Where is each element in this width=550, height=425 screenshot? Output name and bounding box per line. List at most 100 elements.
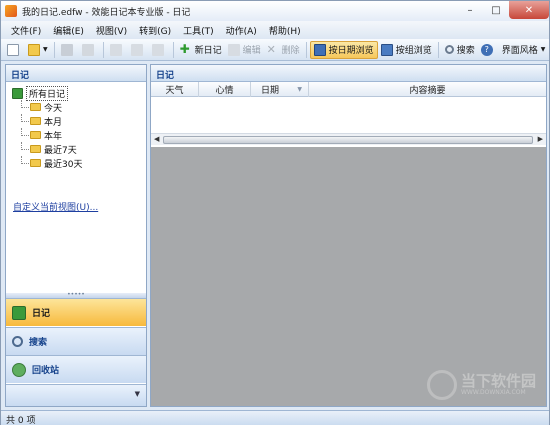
- theme-button[interactable]: 界面风格 ▼: [499, 41, 549, 59]
- new-file-icon: [7, 43, 19, 56]
- customize-view-link[interactable]: 自定义当前视图(U)...: [13, 200, 98, 213]
- app-window: 我的日记.edfw - 效能日记本专业版 - 日记 – □ ✕ 文件(F) 编辑…: [0, 0, 550, 425]
- menu-bar: 文件(F) 编辑(E) 视图(V) 转到(G) 工具(T) 动作(A) 帮助(H…: [1, 21, 549, 39]
- diary-book-icon: [12, 87, 23, 99]
- open-folder-icon: [28, 43, 40, 56]
- app-icon: [5, 5, 17, 17]
- title-bar: 我的日记.edfw - 效能日记本专业版 - 日记 – □ ✕: [1, 1, 549, 21]
- scroll-left-icon[interactable]: ◀: [154, 135, 159, 143]
- toolbar-separator: [53, 41, 55, 58]
- open-file-button[interactable]: ▼: [25, 41, 51, 59]
- chevron-down-icon: ▼: [134, 390, 140, 398]
- search-button[interactable]: 搜索: [442, 41, 478, 59]
- horizontal-scrollbar[interactable]: ◀ ▶: [151, 133, 546, 145]
- window-title: 我的日记.edfw - 效能日记本专业版 - 日记: [22, 7, 191, 18]
- tree-item-this-month[interactable]: 本月: [12, 114, 146, 128]
- toolbar-separator: [172, 41, 174, 58]
- new-file-button[interactable]: [4, 41, 25, 59]
- paste-icon: [151, 43, 164, 56]
- tree-item-label: 本年: [44, 131, 63, 142]
- delete-icon: ✕: [266, 42, 276, 56]
- scrollbar-thumb[interactable]: [163, 136, 533, 144]
- menu-tools[interactable]: 工具(T): [177, 24, 220, 37]
- browse-by-group-button[interactable]: 按组浏览: [378, 41, 435, 59]
- maximize-button[interactable]: □: [483, 1, 509, 19]
- help-button[interactable]: ?: [478, 41, 499, 59]
- tree-item-last-7-days[interactable]: 最近7天: [12, 142, 146, 156]
- diary-preview-area: 当下软件园 WWW.DOWNXIA.COM: [151, 147, 546, 406]
- delete-button[interactable]: ✕ 删除: [264, 41, 303, 59]
- watermark-url: WWW.DOWNXIA.COM: [460, 389, 526, 396]
- column-header-date[interactable]: 日期 ▼: [251, 82, 309, 97]
- watermark: 当下软件园 WWW.DOWNXIA.COM: [426, 370, 536, 400]
- nav-button-diary[interactable]: 日记: [6, 298, 146, 326]
- copy-icon: [130, 43, 143, 56]
- column-header-summary[interactable]: 内容摘要: [309, 82, 546, 97]
- browse-by-group-label: 按组浏览: [395, 46, 432, 56]
- tree-item-label: 今天: [44, 103, 63, 114]
- column-header-mood[interactable]: 心情: [199, 82, 251, 97]
- pencil-icon: [227, 43, 240, 56]
- help-icon: ?: [480, 43, 493, 56]
- folder-icon: [30, 131, 41, 139]
- menu-action[interactable]: 动作(A): [220, 24, 263, 37]
- item-count: 共 0 项: [6, 416, 36, 425]
- paste-button[interactable]: [149, 41, 170, 59]
- menu-help[interactable]: 帮助(H): [263, 24, 307, 37]
- nav-configure-bar[interactable]: ▼: [6, 384, 146, 406]
- toolbar: ▼ ✚ 新日记 编辑 ✕ 删除 按日期浏览 按组浏览 搜索 ? 界面风格 ▼: [1, 39, 549, 61]
- toolbar-separator: [305, 41, 307, 58]
- copy-button[interactable]: [128, 41, 149, 59]
- tree-item-all-diaries[interactable]: 所有日记: [12, 85, 146, 101]
- diary-list-panel: 日记 天气 心情 日期 ▼ 内容摘要 ◀ ▶ 当下软件园 WWW.DOWNXIA…: [150, 64, 547, 407]
- tree-item-label: 本月: [44, 117, 63, 128]
- folder-icon: [30, 117, 41, 125]
- nav-button-label: 日记: [32, 309, 51, 319]
- edit-button[interactable]: 编辑: [225, 41, 264, 59]
- menu-view[interactable]: 视图(V): [90, 24, 133, 37]
- print-preview-button[interactable]: [79, 41, 100, 59]
- cut-button[interactable]: [107, 41, 128, 59]
- menu-file[interactable]: 文件(F): [5, 24, 47, 37]
- scroll-right-icon[interactable]: ▶: [538, 135, 543, 143]
- navigation-panel: 日记 所有日记 今天 本月 本年 最近7天 最近30天 自定义当前视图(U)..…: [5, 64, 147, 407]
- tree-item-last-30-days[interactable]: 最近30天: [12, 156, 146, 170]
- sort-arrow-icon: ▼: [297, 86, 302, 93]
- browse-by-date-label: 按日期浏览: [328, 46, 374, 56]
- tree-item-label: 最近7天: [44, 145, 77, 156]
- nav-button-search[interactable]: 搜索: [6, 327, 146, 355]
- toolbar-separator: [102, 41, 104, 58]
- tree-item-label: 最近30天: [44, 159, 83, 170]
- tree-item-label: 所有日记: [26, 85, 69, 101]
- watermark-logo: [426, 370, 457, 400]
- print-button[interactable]: [58, 41, 79, 59]
- minimize-button[interactable]: –: [457, 1, 483, 19]
- plus-icon: ✚: [179, 41, 190, 56]
- diary-list-header: 天气 心情 日期 ▼ 内容摘要: [151, 82, 546, 97]
- tree-item-today[interactable]: 今天: [12, 100, 146, 114]
- calendar-icon: [313, 43, 326, 56]
- nav-button-recycle-bin[interactable]: 回收站: [6, 355, 146, 383]
- column-header-weather[interactable]: 天气: [151, 82, 199, 97]
- nav-button-label: 搜索: [29, 338, 48, 348]
- watermark-text: 当下软件园: [460, 372, 536, 390]
- search-label: 搜索: [456, 46, 475, 56]
- folder-icon: [30, 145, 41, 153]
- diary-tree: 所有日记 今天 本月 本年 最近7天 最近30天: [6, 82, 146, 170]
- status-bar: 共 0 项: [1, 410, 549, 425]
- chevron-down-icon: ▼: [43, 46, 48, 53]
- column-header-date-label: 日期: [261, 86, 280, 96]
- navigation-panel-title: 日记: [6, 65, 146, 82]
- theme-label: 界面风格: [501, 46, 538, 56]
- print-preview-icon: [81, 43, 94, 56]
- menu-goto[interactable]: 转到(G): [133, 24, 177, 37]
- close-button[interactable]: ✕: [509, 1, 549, 19]
- new-diary-label: 新日记: [194, 46, 222, 56]
- menu-edit[interactable]: 编辑(E): [47, 24, 90, 37]
- chevron-down-icon: ▼: [540, 46, 546, 53]
- nav-button-label: 回收站: [32, 366, 60, 376]
- browse-by-date-button[interactable]: 按日期浏览: [309, 40, 378, 59]
- tree-item-this-year[interactable]: 本年: [12, 128, 146, 142]
- delete-label: 删除: [281, 46, 300, 56]
- new-diary-button[interactable]: ✚ 新日记: [177, 41, 225, 59]
